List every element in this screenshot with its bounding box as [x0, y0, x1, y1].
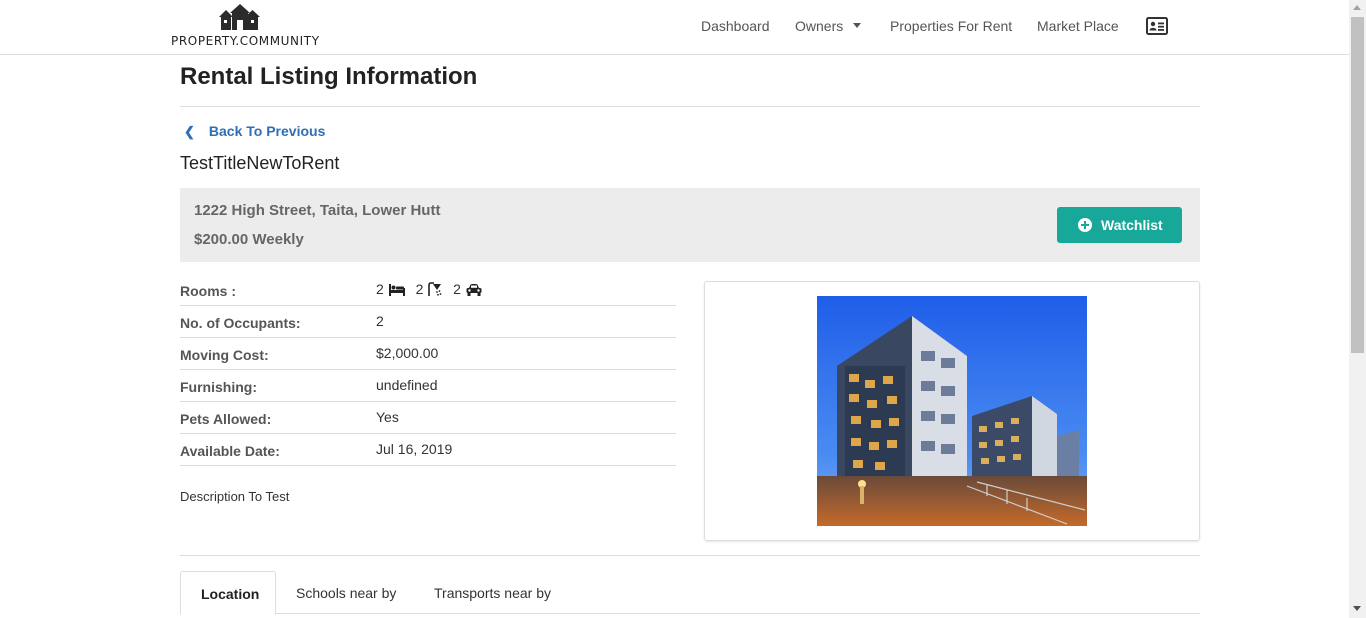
nav-owners-label: Owners: [795, 18, 844, 34]
detail-row-pets: Pets Allowed: Yes: [180, 402, 676, 434]
divider: [180, 555, 1200, 556]
divider: [180, 106, 1200, 107]
back-link[interactable]: ❮ Back To Previous: [184, 123, 325, 140]
bed-icon: [388, 284, 405, 296]
top-navbar: PROPERTY.COMMUNITY Dashboard Owners Prop…: [0, 0, 1349, 55]
bedroom-count: 2: [376, 281, 384, 297]
detail-row-occupants: No. of Occupants: 2: [180, 306, 676, 338]
furnishing-value: undefined: [376, 377, 438, 393]
rooms-label: Rooms :: [180, 283, 236, 299]
caret-down-icon: [853, 22, 862, 28]
logo-text: PROPERTY.COMMUNITY: [171, 34, 320, 48]
furnishing-label: Furnishing:: [180, 379, 257, 395]
car-icon: [466, 284, 482, 296]
nav-properties-for-rent[interactable]: Properties For Rent: [890, 18, 1012, 34]
listing-description: Description To Test: [180, 489, 290, 504]
occupants-value: 2: [376, 313, 384, 329]
watchlist-label: Watchlist: [1101, 217, 1163, 233]
pets-label: Pets Allowed:: [180, 411, 272, 427]
nav-market-place[interactable]: Market Place: [1037, 18, 1119, 34]
page-title: Rental Listing Information: [180, 63, 478, 90]
tab-location-label: Location: [201, 586, 260, 602]
shower-icon: [428, 282, 442, 296]
scroll-up-icon[interactable]: [1353, 5, 1361, 10]
property-photo[interactable]: [817, 296, 1087, 526]
plus-circle-icon: [1078, 218, 1092, 232]
tab-transports-label: Transports near by: [434, 585, 551, 601]
tab-location[interactable]: Location: [180, 571, 276, 615]
chevron-left-icon: ❮: [184, 124, 195, 139]
listing-summary: 1222 High Street, Taita, Lower Hutt $200…: [180, 188, 1200, 262]
listing-address: 1222 High Street, Taita, Lower Hutt: [194, 202, 441, 219]
nav-owners[interactable]: Owners: [795, 18, 862, 34]
tab-transports-near-by[interactable]: Transports near by: [434, 571, 564, 614]
scroll-down-icon[interactable]: [1353, 606, 1361, 611]
tab-schools-near-by[interactable]: Schools near by: [296, 571, 406, 614]
carpark-count: 2: [453, 281, 461, 297]
occupants-label: No. of Occupants:: [180, 315, 301, 331]
available-date-value: Jul 16, 2019: [376, 441, 453, 457]
tab-schools-label: Schools near by: [296, 585, 397, 601]
listing-details: Rooms : 2 2 2 No. of Occupants: 2 Moving…: [180, 274, 676, 466]
pets-value: Yes: [376, 409, 399, 425]
listing-title: TestTitleNewToRent: [180, 153, 340, 173]
moving-cost-label: Moving Cost:: [180, 347, 269, 363]
available-date-label: Available Date:: [180, 443, 280, 459]
rooms-value: 2 2 2: [376, 281, 489, 297]
house-logo-icon: [219, 4, 260, 30]
id-card-icon[interactable]: [1146, 17, 1168, 35]
detail-row-moving-cost: Moving Cost: $2,000.00: [180, 338, 676, 370]
watchlist-button[interactable]: Watchlist: [1057, 207, 1182, 243]
property-photo-card: [704, 281, 1200, 541]
moving-cost-value: $2,000.00: [376, 345, 439, 361]
logo[interactable]: PROPERTY.COMMUNITY: [171, 4, 319, 48]
nav-dashboard[interactable]: Dashboard: [701, 18, 770, 34]
listing-price: $200.00 Weekly: [194, 231, 304, 248]
detail-row-furnishing: Furnishing: undefined: [180, 370, 676, 402]
bathroom-count: 2: [415, 281, 424, 297]
scroll-thumb[interactable]: [1351, 17, 1364, 353]
info-tabs: Location Schools near by Transports near…: [180, 571, 1200, 615]
back-link-label: Back To Previous: [208, 123, 326, 139]
detail-row-available-date: Available Date: Jul 16, 2019: [180, 434, 676, 466]
page-scrollbar[interactable]: [1349, 0, 1366, 618]
detail-row-rooms: Rooms : 2 2 2: [180, 274, 676, 306]
